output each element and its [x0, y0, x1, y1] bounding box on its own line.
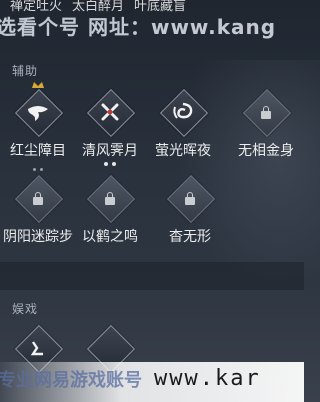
lock-icon [16, 176, 60, 220]
crossed-swords-icon [88, 90, 132, 134]
lock-icon [88, 176, 132, 220]
level-dots [74, 162, 146, 168]
skill-slot-2[interactable]: 清风霁月 [74, 88, 146, 168]
skill-slot-6[interactable]: 以鹤之鸣 [74, 174, 146, 246]
skill-name: 杳无形 [169, 229, 211, 245]
watermark-url: www.kar [154, 366, 261, 391]
skill-name: 清风霁月 [82, 143, 138, 159]
skill-slot-4[interactable]: 无相金身 [230, 88, 302, 160]
tornado-icon [16, 90, 60, 134]
skill-slot-7[interactable]: 杳无形 [154, 174, 226, 246]
level-dots [2, 168, 74, 171]
skill-name: 无相金身 [238, 143, 294, 159]
skill-slot-3[interactable]: 萤光晖夜 [147, 88, 219, 160]
section-divider-band [0, 262, 304, 290]
section-title-entertainment: 娱戏 [12, 302, 39, 316]
skill-name: 以鹤之鸣 [82, 229, 138, 245]
skill-name: 萤光晖夜 [155, 143, 211, 159]
skill-slot-1[interactable]: 红尘障目 [2, 82, 74, 160]
lock-icon [244, 90, 288, 134]
section-title-assist: 辅助 [12, 64, 39, 78]
watermark-top: 选看个号 网址：www.kang [0, 15, 277, 39]
lock-icon [168, 176, 212, 220]
skill-name: 红尘障目 [10, 143, 66, 159]
swirl-icon [161, 90, 205, 134]
skill-slot-5[interactable]: 阴阳迷踪步 [2, 168, 74, 246]
crown-icon [32, 82, 44, 88]
skill-name: 阴阳迷踪步 [3, 229, 73, 245]
watermark-text: 专业网易游戏账号 [0, 370, 142, 391]
